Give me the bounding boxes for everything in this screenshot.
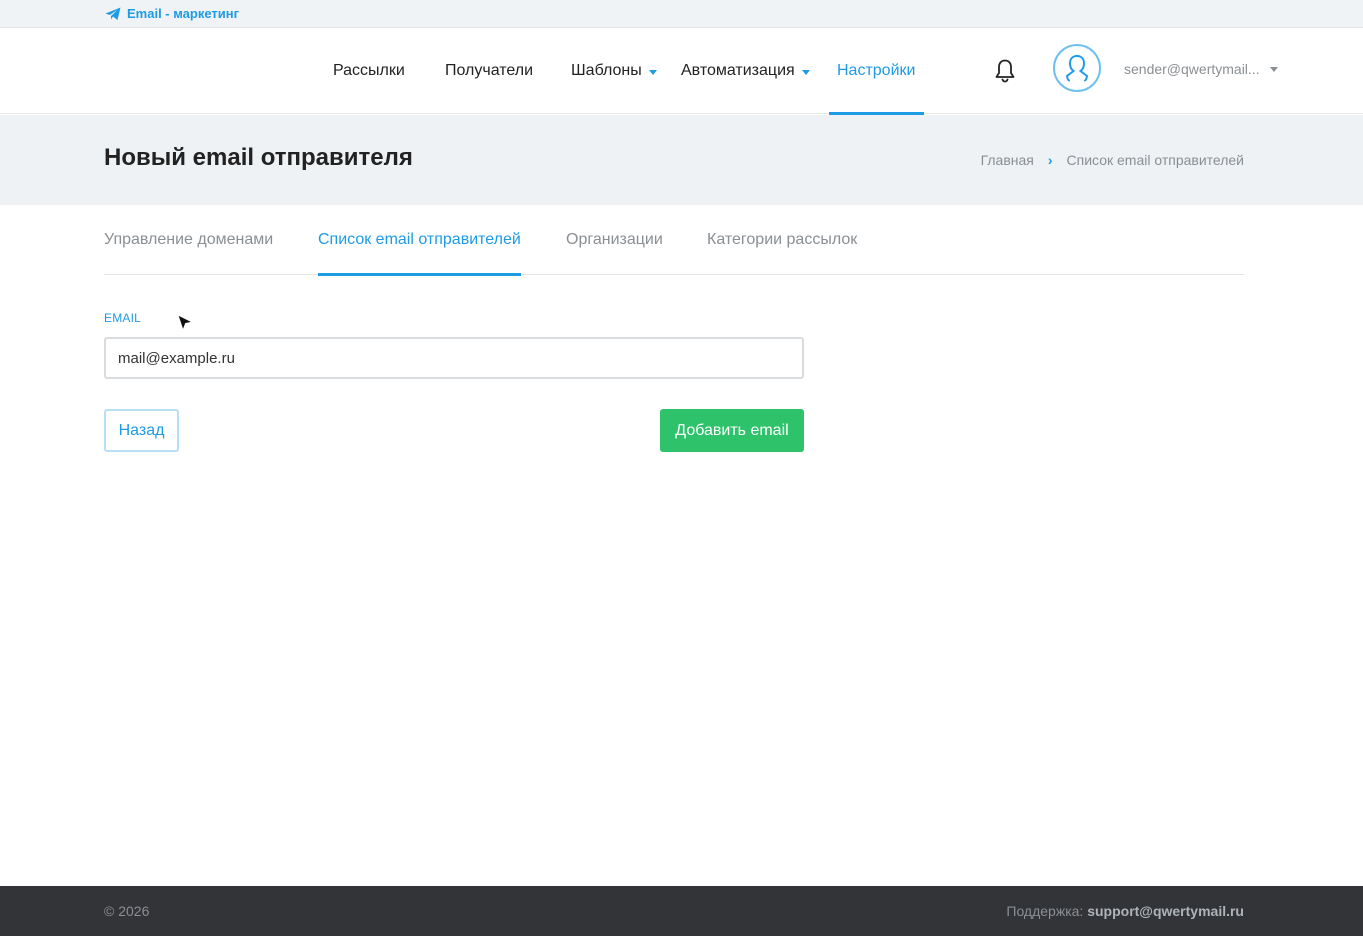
settings-tabs: Управление доменами Список email отправи… xyxy=(104,205,1244,276)
top-bar: Email - маркетинг xyxy=(0,0,1363,28)
caret-down-icon xyxy=(1269,66,1278,72)
breadcrumb-home[interactable]: Главная xyxy=(981,152,1034,168)
nav-item-mailings[interactable]: Рассылки xyxy=(333,28,405,114)
mouse-cursor-icon xyxy=(177,314,194,332)
page-title: Новый email отправителя xyxy=(104,144,413,171)
brand[interactable]: Email - маркетинг xyxy=(105,6,239,21)
user-email: sender@qwertymail... xyxy=(1124,61,1260,77)
bell-icon[interactable] xyxy=(993,58,1017,84)
main-navbar: Рассылки Получатели Шаблоны Автоматизаци… xyxy=(0,28,1363,115)
paper-plane-icon xyxy=(105,7,121,20)
caret-down-icon xyxy=(801,69,810,75)
support-info: Поддержка: support@qwertymail.ru xyxy=(1006,903,1244,919)
tab-organizations[interactable]: Организации xyxy=(566,205,663,275)
chevron-right-icon: › xyxy=(1047,152,1053,168)
nav-item-templates[interactable]: Шаблоны xyxy=(571,28,657,114)
avatar[interactable] xyxy=(1053,44,1101,92)
nav-item-settings[interactable]: Настройки xyxy=(828,28,925,115)
tab-mailing-categories[interactable]: Категории рассылок xyxy=(707,205,857,275)
email-input[interactable] xyxy=(104,337,804,379)
support-label: Поддержка: xyxy=(1006,903,1084,919)
nav-item-automation[interactable]: Автоматизация xyxy=(681,28,810,114)
add-email-button[interactable]: Добавить email xyxy=(660,409,804,452)
user-icon xyxy=(1065,55,1089,82)
email-label: EMAIL xyxy=(104,311,142,325)
support-email-link[interactable]: support@qwertymail.ru xyxy=(1087,903,1244,919)
copyright: © 2026 xyxy=(104,903,150,919)
breadcrumb-current: Список email отправителей xyxy=(1066,152,1244,168)
tab-sender-emails[interactable]: Список email отправителей xyxy=(318,205,521,276)
breadcrumb: Главная › Список email отправителей xyxy=(981,152,1244,168)
caret-down-icon xyxy=(648,69,657,75)
footer: © 2026 Поддержка: support@qwertymail.ru xyxy=(0,886,1363,936)
tab-domains[interactable]: Управление доменами xyxy=(104,205,273,275)
page-header: Новый email отправителя Главная › Список… xyxy=(0,115,1363,205)
brand-label: Email - маркетинг xyxy=(127,6,240,21)
user-menu[interactable]: sender@qwertymail... xyxy=(1124,61,1278,77)
nav-item-recipients[interactable]: Получатели xyxy=(445,28,533,114)
back-button[interactable]: Назад xyxy=(104,409,179,452)
